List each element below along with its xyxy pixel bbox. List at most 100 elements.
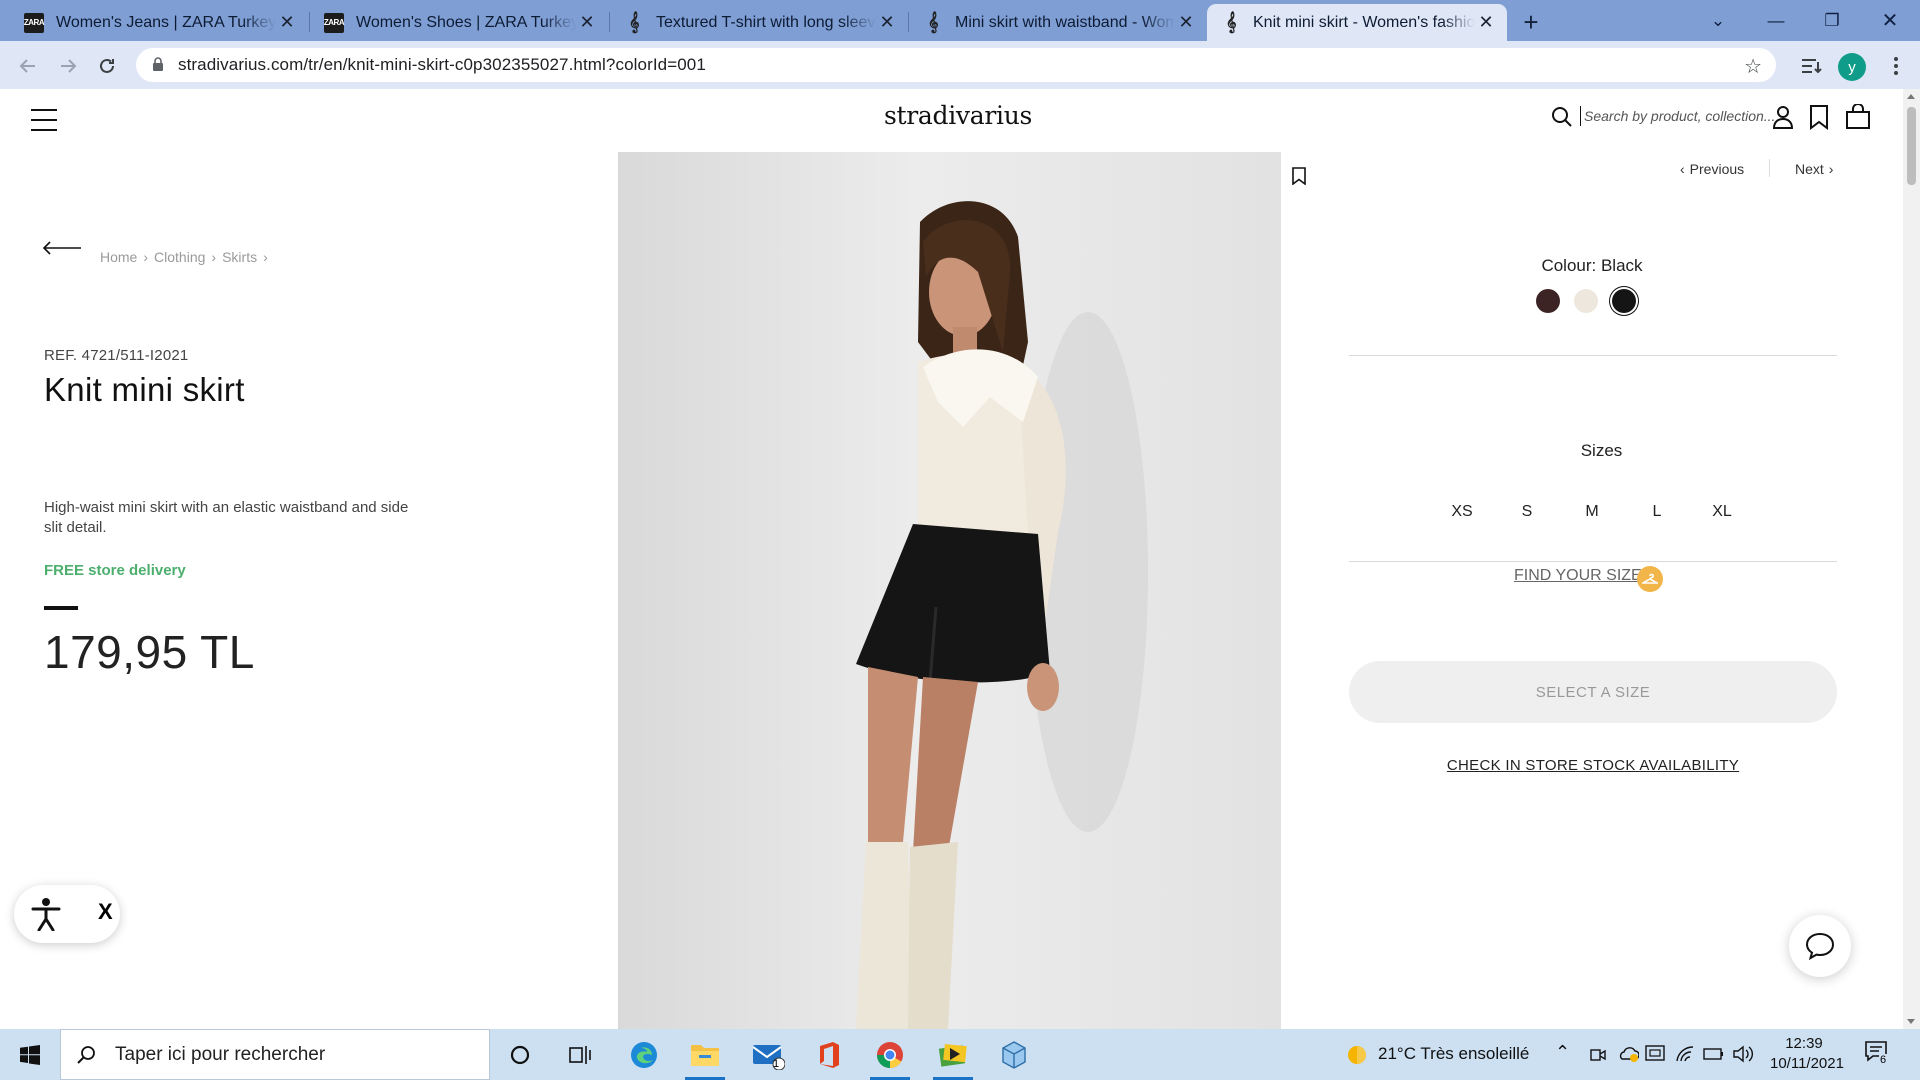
hanger-icon[interactable]	[1637, 566, 1663, 592]
close-window-button[interactable]: ✕	[1862, 0, 1918, 41]
new-tab-button[interactable]: +	[1516, 7, 1546, 37]
price-divider	[44, 606, 78, 610]
next-label: Next	[1795, 161, 1824, 177]
previous-product-link[interactable]: ‹ Previous	[1680, 161, 1744, 177]
accessibility-close-button[interactable]: X	[98, 899, 113, 925]
size-option-s[interactable]: S	[1507, 503, 1547, 521]
back-arrow-icon[interactable]	[12, 50, 44, 82]
browser-tab[interactable]: ZARA Women's Shoes | ZARA Turkey ✕	[310, 4, 608, 41]
display-icon[interactable]	[1645, 1045, 1667, 1063]
product-price: 179,95 TL	[44, 626, 255, 678]
product-title: Knit mini skirt	[44, 371, 245, 408]
cube-icon	[1002, 1040, 1026, 1069]
stradivarius-favicon-icon: 𝄞	[927, 12, 939, 33]
breadcrumb-clothing[interactable]: Clothing	[154, 249, 205, 265]
battery-icon[interactable]	[1703, 1047, 1725, 1061]
tab-search-chevron-icon[interactable]: ⌄	[1690, 0, 1746, 41]
tab-title: Women's Shoes | ZARA Turkey	[356, 13, 576, 31]
search-icon	[77, 1045, 95, 1064]
chrome-app[interactable]	[860, 1029, 920, 1080]
notification-count: 6	[1879, 1054, 1888, 1066]
swatch-brown[interactable]	[1536, 289, 1560, 313]
size-option-l[interactable]: L	[1637, 503, 1677, 521]
breadcrumb: Home › Clothing › Skirts ›	[100, 249, 268, 265]
accessibility-widget[interactable]: X	[14, 885, 120, 943]
cortana-button[interactable]	[490, 1029, 550, 1080]
browser-tab[interactable]: 𝄞 Mini skirt with waistband - Women ✕	[909, 4, 1207, 41]
next-product-link[interactable]: Next ›	[1795, 161, 1833, 177]
store-stock-link[interactable]: CHECK IN STORE STOCK AVAILABILITY	[1350, 757, 1836, 774]
restore-button[interactable]: ❐	[1804, 0, 1860, 41]
tab-title: Women's Jeans | ZARA Turkey	[56, 13, 276, 31]
wifi-icon[interactable]	[1675, 1045, 1695, 1063]
stradivarius-logo[interactable]: stradivarius	[884, 101, 1032, 130]
media-player-icon	[938, 1043, 967, 1067]
select-size-button[interactable]: SELECT A SIZE	[1349, 661, 1837, 723]
shopping-bag-icon[interactable]	[1845, 104, 1871, 130]
weather-text[interactable]: 21°C Très ensoleillé	[1378, 1044, 1529, 1064]
task-view-button[interactable]	[550, 1029, 610, 1080]
browser-menu-icon[interactable]	[1884, 50, 1908, 82]
file-explorer-app[interactable]	[675, 1029, 735, 1080]
reload-icon[interactable]	[91, 50, 123, 82]
minimize-button[interactable]: —	[1748, 0, 1804, 41]
divider	[1349, 355, 1837, 356]
edge-app[interactable]	[614, 1029, 674, 1080]
accessibility-icon[interactable]	[30, 897, 62, 931]
previous-label: Previous	[1689, 161, 1745, 177]
back-arrow-icon[interactable]	[42, 241, 82, 255]
size-option-m[interactable]: M	[1572, 503, 1612, 521]
taskbar-clock[interactable]: 12:39 10/11/2021	[1770, 1034, 1844, 1074]
swatch-cream[interactable]	[1574, 289, 1598, 313]
page-scrollbar[interactable]	[1903, 89, 1920, 1029]
product-page: stradivarius Search by product, collecti…	[0, 89, 1903, 1029]
zara-favicon-icon: ZARA	[24, 12, 45, 33]
size-option-xl[interactable]: XL	[1702, 503, 1742, 521]
forward-arrow-icon[interactable]	[52, 50, 84, 82]
mail-app[interactable]: 1	[738, 1029, 798, 1080]
size-option-xs[interactable]: XS	[1442, 503, 1482, 521]
wishlist-icon[interactable]	[1809, 104, 1829, 130]
address-bar[interactable]: stradivarius.com/tr/en/knit-mini-skirt-c…	[136, 48, 1776, 82]
product-image[interactable]	[618, 152, 1281, 1029]
chevron-up-icon[interactable]: ⌃	[1555, 1042, 1570, 1063]
clock-date: 10/11/2021	[1770, 1055, 1844, 1072]
office-icon	[820, 1041, 839, 1068]
hamburger-menu-icon[interactable]	[31, 109, 57, 131]
breadcrumb-home[interactable]: Home	[100, 249, 137, 265]
media-app[interactable]	[923, 1029, 983, 1080]
3d-app[interactable]	[984, 1029, 1044, 1080]
profile-avatar[interactable]: y	[1838, 53, 1866, 81]
sun-icon[interactable]	[1344, 1042, 1370, 1068]
onedrive-icon[interactable]	[1617, 1045, 1639, 1063]
browser-tab[interactable]: ZARA Women's Jeans | ZARA Turkey ✕	[10, 4, 308, 41]
meet-icon[interactable]	[1590, 1046, 1606, 1064]
browser-tab-active[interactable]: 𝄞 Knit mini skirt - Women's fashion ✕	[1207, 4, 1507, 41]
search-input[interactable]: Search by product, collection...	[1580, 106, 1775, 126]
lock-icon[interactable]	[152, 57, 164, 72]
mail-icon	[752, 1044, 785, 1070]
taskbar-search-box[interactable]: Taper ici pour rechercher	[60, 1029, 490, 1080]
notification-center-button[interactable]: 6	[1864, 1040, 1888, 1066]
colour-label: Colour: Black	[1541, 256, 1643, 275]
close-tab-icon[interactable]: ✕	[576, 12, 598, 34]
bookmark-star-icon[interactable]: ☆	[1744, 54, 1762, 79]
search-icon[interactable]	[1550, 105, 1574, 129]
account-icon[interactable]	[1772, 104, 1794, 130]
browser-tab[interactable]: 𝄞 Textured T-shirt with long sleeves ✕	[610, 4, 908, 41]
url-text[interactable]: stradivarius.com/tr/en/knit-mini-skirt-c…	[178, 55, 706, 75]
find-your-size-link[interactable]: FIND YOUR SIZE	[1514, 567, 1642, 585]
volume-icon[interactable]	[1732, 1045, 1754, 1063]
close-tab-icon[interactable]: ✕	[276, 12, 298, 34]
reading-list-icon[interactable]	[1796, 50, 1828, 82]
tab-title: Textured T-shirt with long sleeves	[656, 13, 876, 31]
chat-button[interactable]	[1789, 915, 1851, 977]
close-tab-icon[interactable]: ✕	[1175, 12, 1197, 34]
close-tab-icon[interactable]: ✕	[1475, 12, 1497, 34]
office-app[interactable]	[799, 1029, 859, 1080]
swatch-black[interactable]	[1612, 289, 1636, 313]
breadcrumb-skirts[interactable]: Skirts	[222, 249, 257, 265]
add-to-wishlist-icon[interactable]	[1292, 167, 1306, 185]
windows-start-button[interactable]	[0, 1029, 60, 1080]
close-tab-icon[interactable]: ✕	[876, 12, 898, 34]
